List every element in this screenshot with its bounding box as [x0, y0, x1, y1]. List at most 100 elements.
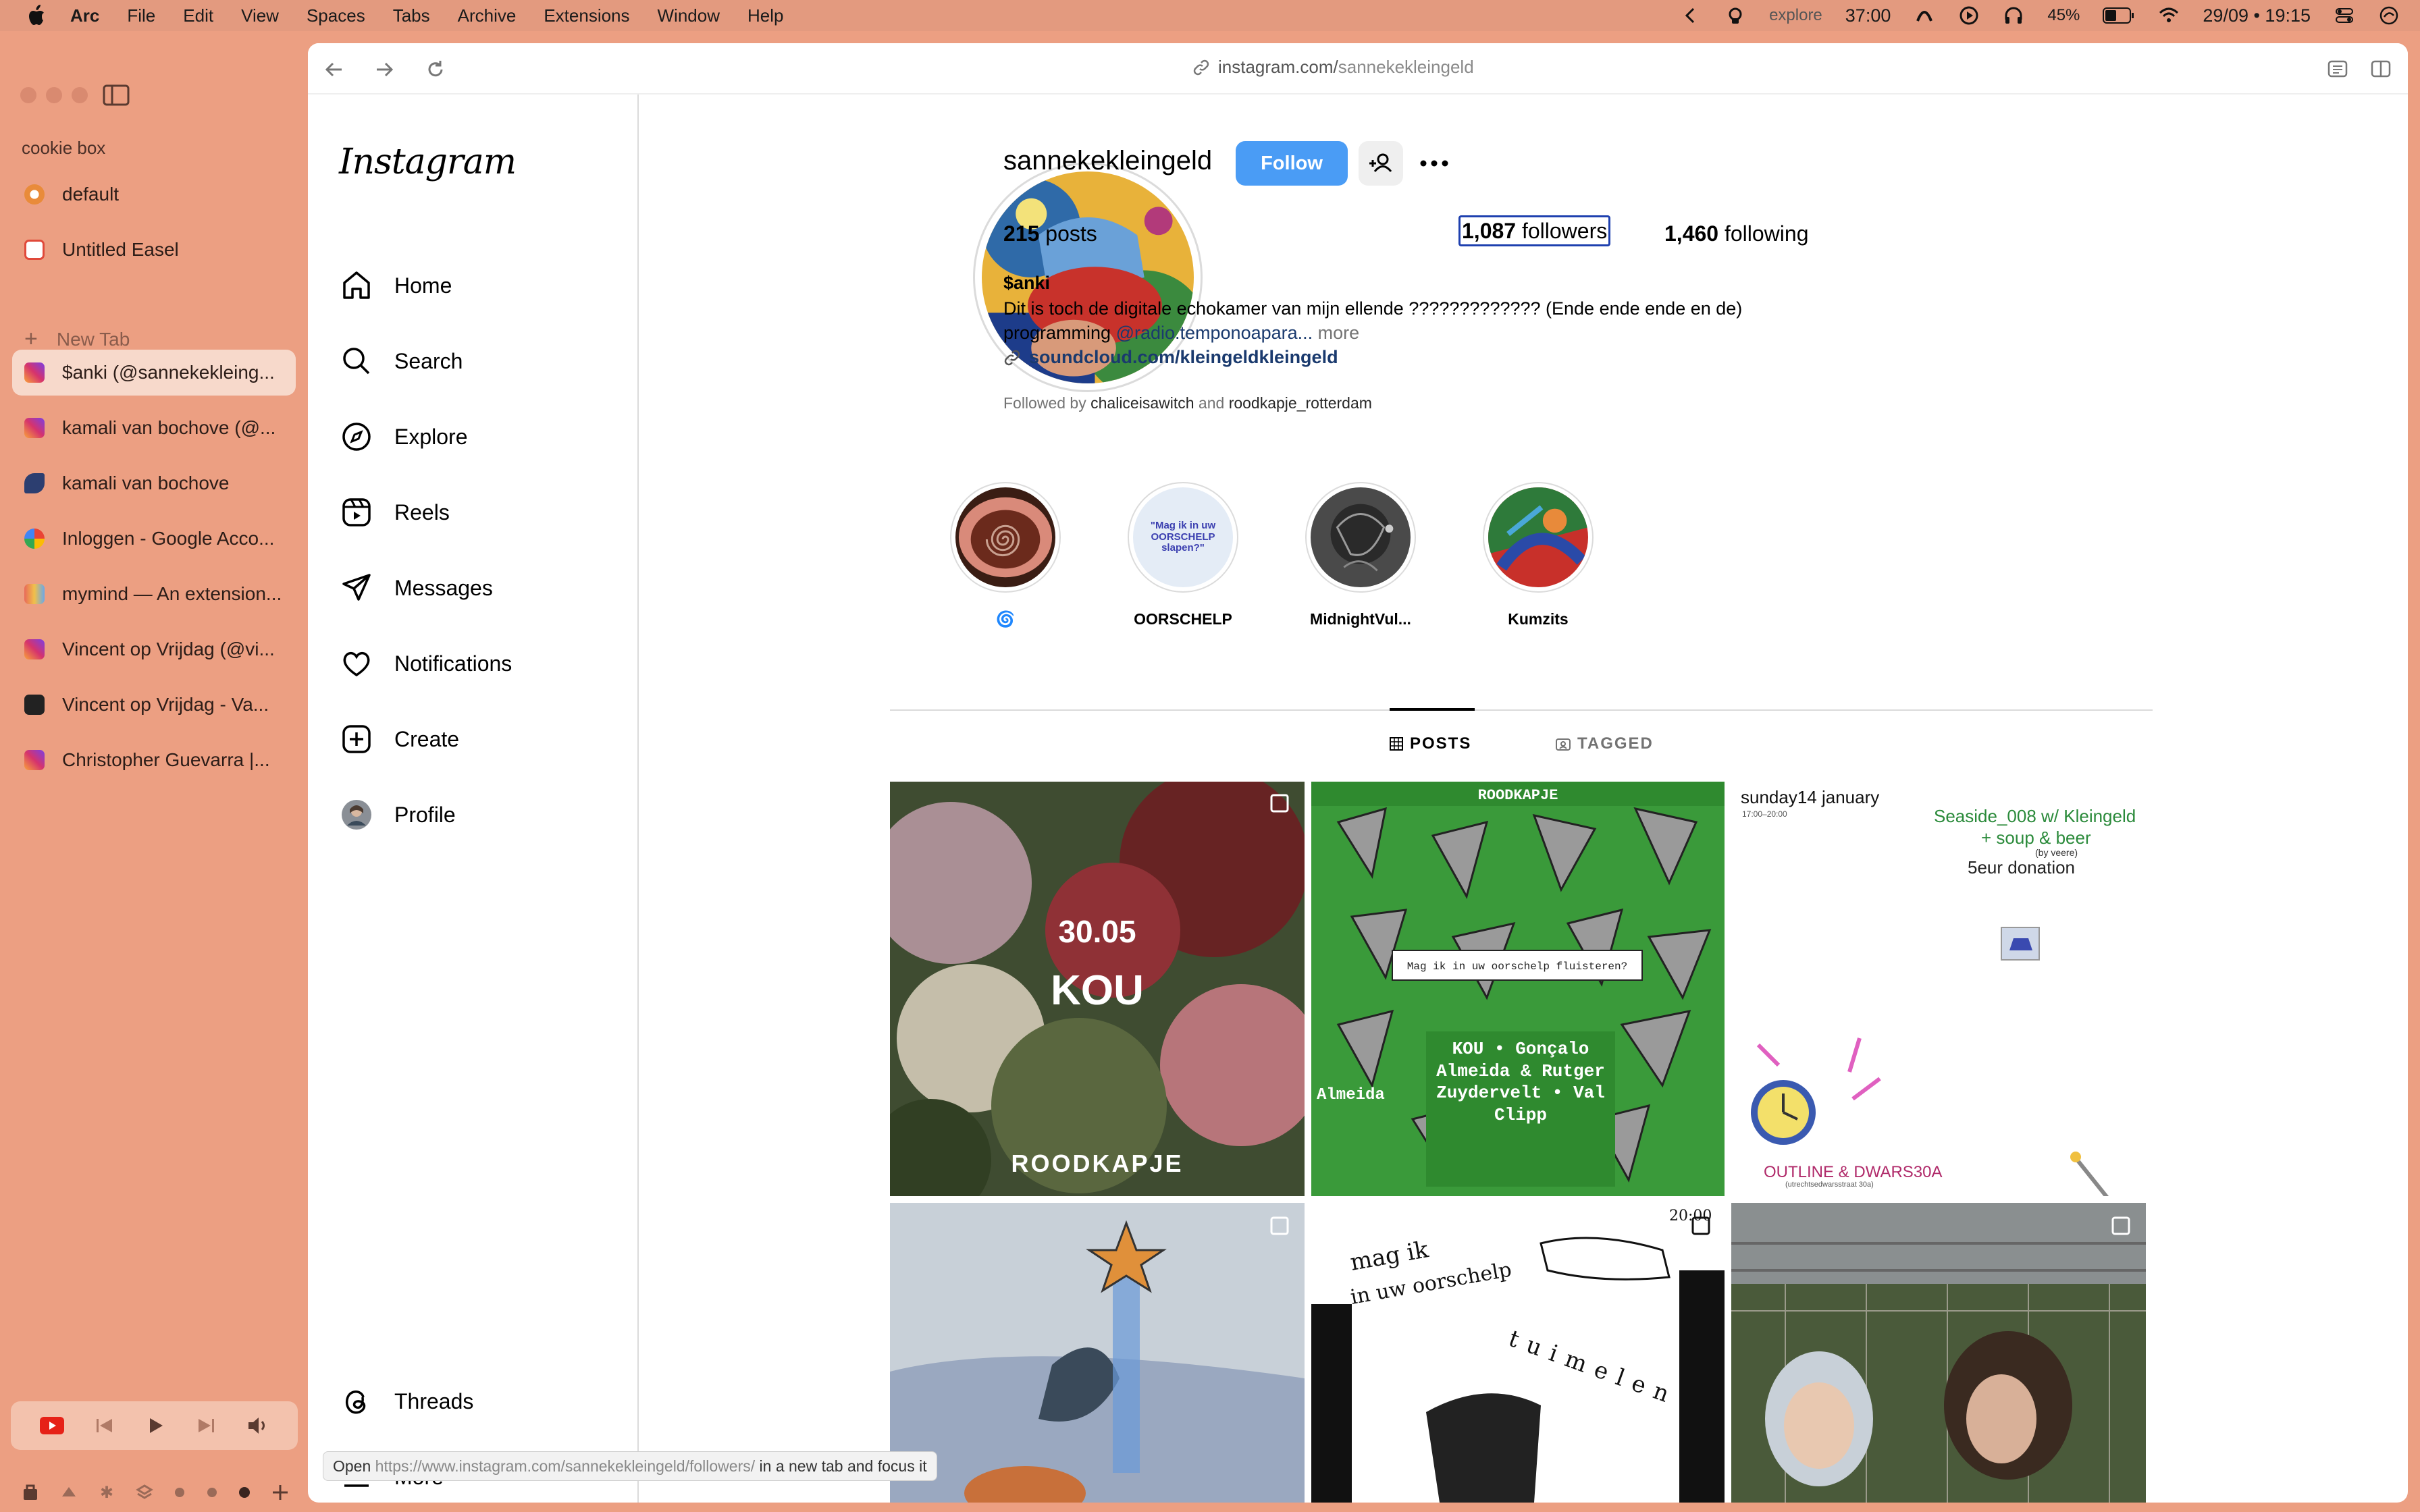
tab-posts[interactable]: POSTS	[1390, 734, 1471, 753]
following-stat[interactable]: 1,460 following	[1664, 221, 1808, 246]
nav-home[interactable]: Home	[339, 264, 452, 307]
post-tile[interactable]: 30.05 KOU ROODKAPJE	[890, 782, 1305, 1196]
pinned-tab-untitled-easel[interactable]: Untitled Easel	[12, 227, 296, 273]
next-track-icon[interactable]	[196, 1416, 216, 1435]
grid-icon	[1390, 737, 1403, 751]
nav-label: Explore	[394, 424, 468, 449]
headphones-icon[interactable]	[2003, 5, 2024, 26]
tab-item[interactable]: mymind — An extension...	[12, 571, 296, 617]
forward-arrow-icon[interactable]	[373, 58, 396, 81]
suggested-users-button[interactable]	[1359, 141, 1403, 186]
followers-stat[interactable]: 1,087 followers	[1458, 215, 1611, 246]
pinned-tab-default[interactable]: default	[12, 171, 296, 217]
headset-status-icon[interactable]	[1725, 5, 1746, 26]
wifi-icon[interactable]	[2158, 5, 2180, 26]
menu-view[interactable]: View	[241, 5, 279, 26]
follow-button[interactable]: Follow	[1236, 141, 1348, 186]
play-icon[interactable]	[145, 1415, 165, 1436]
play-circle-icon[interactable]	[1958, 5, 1980, 26]
highlight-item[interactable]: MidnightVul...	[1303, 482, 1418, 628]
menu-file[interactable]: File	[127, 5, 155, 26]
tab-item[interactable]: Vincent op Vrijdag - Va...	[12, 682, 296, 728]
bio-mention-link[interactable]: @radio.temponoapara...	[1116, 323, 1313, 343]
menu-edit[interactable]: Edit	[183, 5, 213, 26]
space-name[interactable]: cookie box	[22, 138, 105, 159]
volume-icon[interactable]	[246, 1415, 269, 1436]
menu-spaces[interactable]: Spaces	[307, 5, 365, 26]
tab-item[interactable]: kamali van bochove	[12, 460, 296, 506]
back-arrow-icon[interactable]	[323, 58, 346, 81]
nav-search[interactable]: Search	[339, 340, 463, 383]
url-host: instagram.com/	[1218, 57, 1338, 77]
clock-datetime[interactable]: 29/09 • 19:15	[2203, 5, 2311, 26]
close-window-button[interactable]	[20, 87, 36, 103]
nav-profile[interactable]: Profile	[339, 793, 456, 836]
more-options-icon[interactable]	[1418, 150, 1450, 177]
space-dot-2[interactable]	[205, 1486, 219, 1499]
nav-reels[interactable]: Reels	[339, 491, 450, 534]
post-tile[interactable]	[890, 1203, 1305, 1503]
google-favicon-icon	[24, 529, 45, 549]
tab-item[interactable]: kamali van bochove (@...	[12, 405, 296, 451]
instagram-logo[interactable]: Instagram	[339, 142, 517, 182]
highlight-item[interactable]: 🌀	[948, 482, 1063, 628]
menu-extensions[interactable]: Extensions	[544, 5, 629, 26]
post-tile[interactable]: 20:00 mag ik in uw oorschelp tuimelen	[1311, 1203, 1725, 1503]
control-center-icon[interactable]	[2334, 5, 2355, 26]
highlight-item[interactable]: "Mag ik in uw OORSCHELP slapen?" OORSCHE…	[1126, 482, 1240, 628]
post-tile[interactable]	[1731, 1203, 2146, 1503]
tab-item[interactable]: Vincent op Vrijdag (@vi...	[12, 626, 296, 672]
menu-window[interactable]: Window	[658, 5, 720, 26]
heart-icon	[343, 651, 370, 677]
battery-icon[interactable]	[2103, 7, 2135, 24]
add-space-icon[interactable]	[270, 1482, 290, 1503]
previous-track-icon[interactable]	[95, 1416, 115, 1435]
tab-item[interactable]: Inloggen - Google Acco...	[12, 516, 296, 562]
post-tile[interactable]: sunday14 january 17:00–20:00 Seaside_008…	[1731, 782, 2146, 1196]
space-icon-2[interactable]: ✱	[97, 1483, 116, 1502]
followed-by-text[interactable]: Followed by chaliceisawitch and roodkapj…	[1003, 394, 1372, 412]
menu-archive[interactable]: Archive	[458, 5, 517, 26]
tab-item[interactable]: Christopher Guevarra |...	[12, 737, 296, 783]
menu-tabs[interactable]: Tabs	[393, 5, 430, 26]
youtube-icon[interactable]	[39, 1417, 64, 1434]
reload-icon[interactable]	[424, 58, 447, 81]
chevron-left-icon[interactable]	[1680, 5, 1702, 26]
tab-tagged[interactable]: TAGGED	[1556, 734, 1654, 753]
nav-explore[interactable]: Explore	[339, 415, 468, 458]
followers-link[interactable]: 1,087 followers	[1458, 215, 1611, 246]
archive-icon[interactable]	[20, 1482, 41, 1503]
nav-create[interactable]: Create	[339, 718, 459, 761]
apple-icon[interactable]	[26, 4, 46, 27]
followed-by-user-1[interactable]: chaliceisawitch	[1090, 394, 1194, 412]
nav-messages[interactable]: Messages	[339, 566, 493, 610]
arc-icon[interactable]	[1914, 5, 1935, 26]
tab-item[interactable]: $anki (@sannekekleing...	[12, 350, 296, 396]
sidebar-toggle-icon[interactable]	[103, 84, 130, 107]
profile-website-link[interactable]: soundcloud.com/kleingeldkleingeld	[1003, 347, 1338, 368]
zoom-window-button[interactable]	[72, 87, 88, 103]
reader-mode-icon[interactable]	[2327, 58, 2348, 80]
menu-app[interactable]: Arc	[70, 5, 99, 26]
siri-icon[interactable]	[2378, 5, 2400, 26]
tab-posts-label: POSTS	[1410, 734, 1472, 753]
space-icon-3[interactable]	[135, 1483, 154, 1502]
instagram-favicon-icon	[24, 418, 45, 438]
post-tile[interactable]: ROODKAPJE Mag ik in uw oorschelp fluiste…	[1311, 782, 1725, 1196]
nav-label: Messages	[394, 575, 493, 600]
minimize-window-button[interactable]	[46, 87, 62, 103]
bio-more-button[interactable]: more	[1313, 323, 1360, 343]
highlight-item[interactable]: Kumzits	[1481, 482, 1596, 628]
address-bar[interactable]: instagram.com/sannekekleingeld	[1192, 57, 1474, 78]
nav-notifications[interactable]: Notifications	[339, 642, 512, 685]
nav-threads[interactable]: Threads	[339, 1380, 473, 1423]
followed-by-user-2[interactable]: roodkapje_rotterdam	[1229, 394, 1372, 412]
space-icon-1[interactable]	[59, 1483, 78, 1502]
menu-help[interactable]: Help	[747, 5, 783, 26]
space-dot-active[interactable]	[238, 1486, 251, 1499]
new-tab-button[interactable]: + New Tab	[24, 326, 130, 352]
split-view-icon[interactable]	[2370, 58, 2392, 80]
space-dot-1[interactable]	[173, 1486, 186, 1499]
url-path: sannekekleingeld	[1338, 57, 1474, 77]
timer-text[interactable]: 37:00	[1845, 5, 1891, 26]
